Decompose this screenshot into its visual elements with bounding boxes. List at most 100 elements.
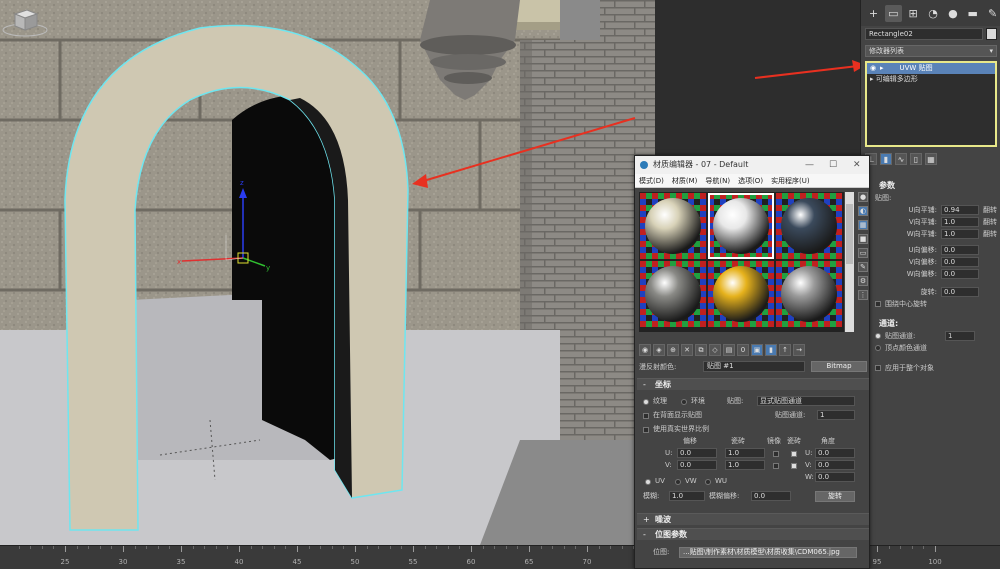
material-slot[interactable]: [640, 261, 706, 327]
u-mirror-checkbox[interactable]: [773, 451, 779, 457]
u-tile-checkbox[interactable]: [791, 451, 797, 457]
bitmap-rollout-header[interactable]: - 位图参数: [637, 528, 869, 540]
w-flip-checkbox[interactable]: 翻转: [983, 228, 997, 240]
v-angle-input[interactable]: 0.0: [815, 460, 855, 470]
modify-tab-icon[interactable]: ▭: [884, 4, 902, 22]
go-to-parent-icon[interactable]: ↑: [779, 344, 791, 356]
slot-scrollbar[interactable]: [845, 192, 854, 332]
u-tiling-input[interactable]: 1.0: [725, 448, 765, 458]
v-offset-input[interactable]: 0.0: [941, 257, 979, 267]
reset-map-icon[interactable]: ✕: [681, 344, 693, 356]
material-slot[interactable]: [776, 193, 842, 259]
go-forward-icon[interactable]: →: [793, 344, 805, 356]
menu-mode[interactable]: 模式(D): [639, 174, 664, 187]
map-channel-input[interactable]: 1: [945, 331, 975, 341]
scroll-thumb[interactable]: [846, 204, 853, 264]
show-end-result-icon[interactable]: ▮: [880, 153, 892, 165]
material-slot[interactable]: [708, 261, 774, 327]
sample-type-icon[interactable]: ●: [858, 192, 868, 202]
coordinates-rollout-header[interactable]: - 坐标: [637, 378, 869, 390]
checkbox-icon[interactable]: [643, 427, 649, 433]
v-tile-input[interactable]: 1.0: [941, 217, 979, 227]
v-mirror-checkbox[interactable]: [773, 463, 779, 469]
blur-input[interactable]: 1.0: [669, 491, 705, 501]
map-name-field[interactable]: 贴图 #1: [703, 361, 805, 372]
motion-tab-icon[interactable]: ◔: [925, 5, 942, 22]
menu-utilities[interactable]: 实用程序(U): [771, 174, 810, 187]
stack-item-uvw-map[interactable]: ◉ ▸ UVW 贴图: [867, 63, 995, 74]
menu-options[interactable]: 选项(O): [738, 174, 763, 187]
assign-material-icon[interactable]: ⊕: [667, 344, 679, 356]
menu-navigation[interactable]: 导航(N): [705, 174, 730, 187]
make-unique-icon[interactable]: ◇: [709, 344, 721, 356]
display-tab-icon[interactable]: ●: [944, 5, 961, 22]
modifier-list-dropdown[interactable]: 修改器列表 ▾: [865, 45, 997, 57]
show-end-result-icon[interactable]: ▮: [765, 344, 777, 356]
bitmap-path-button[interactable]: ...贴图\制作素材\材质模型\材质收集\CDM065.jpg: [679, 547, 857, 558]
rotate-center-checkbox[interactable]: 围绕中心旋转: [861, 298, 1000, 310]
channel-input[interactable]: 1: [817, 410, 855, 420]
remove-modifier-icon[interactable]: ▯: [910, 153, 922, 165]
u-flip-checkbox[interactable]: 翻转: [983, 204, 997, 216]
v-tile-checkbox[interactable]: [791, 463, 797, 469]
uv-tiling-icon[interactable]: ■: [858, 234, 868, 244]
eye-icon[interactable]: ◉: [870, 63, 880, 74]
w-offset-input[interactable]: 0.0: [941, 269, 979, 279]
radio-icon[interactable]: [643, 399, 649, 405]
get-material-icon[interactable]: ◉: [639, 344, 651, 356]
object-name-field[interactable]: Rectangle02: [865, 28, 983, 40]
apply-all-checkbox[interactable]: 应用于整个对象: [861, 362, 1000, 374]
material-id-icon[interactable]: 0: [737, 344, 749, 356]
map-channel-radio[interactable]: 贴图通道: 1: [861, 330, 1000, 342]
expand-icon[interactable]: ▸: [880, 64, 884, 72]
checkbox-icon[interactable]: [875, 301, 881, 307]
material-slot[interactable]: [708, 193, 774, 259]
v-offset-input[interactable]: 0.0: [677, 460, 717, 470]
vertex-color-radio[interactable]: 顶点颜色通道: [861, 342, 1000, 354]
u-offset-input[interactable]: 0.0: [941, 245, 979, 255]
video-check-icon[interactable]: ▭: [858, 248, 868, 258]
u-angle-input[interactable]: 0.0: [815, 448, 855, 458]
create-tab-icon[interactable]: +: [865, 5, 882, 22]
rotate-button[interactable]: 旋转: [815, 491, 855, 502]
expand-icon[interactable]: ▸: [870, 75, 874, 83]
radio-icon[interactable]: [705, 479, 711, 485]
wrench-icon[interactable]: ✎: [984, 5, 1000, 22]
maximize-icon[interactable]: ☐: [829, 156, 837, 174]
object-color-swatch[interactable]: [986, 28, 997, 40]
radio-icon[interactable]: [681, 399, 687, 405]
radio-icon[interactable]: [675, 479, 681, 485]
rotation-input[interactable]: 0.0: [941, 287, 979, 297]
material-slot[interactable]: [776, 261, 842, 327]
options-icon[interactable]: ⚙: [858, 276, 868, 286]
v-tiling-input[interactable]: 1.0: [725, 460, 765, 470]
show-in-viewport-icon[interactable]: ▣: [751, 344, 763, 356]
noise-rollout-header[interactable]: + 噪波: [637, 513, 869, 525]
background-icon[interactable]: ▦: [858, 220, 868, 230]
copy-material-icon[interactable]: ⧉: [695, 344, 707, 356]
radio-icon[interactable]: [645, 479, 651, 485]
make-unique-icon[interactable]: ∿: [895, 153, 907, 165]
u-tile-input[interactable]: 0.94: [941, 205, 979, 215]
material-editor-titlebar[interactable]: 材质编辑器 - 07 - Default — ☐ ✕: [635, 156, 869, 174]
backlight-icon[interactable]: ◐: [858, 206, 868, 216]
select-by-material-icon[interactable]: ⋮: [858, 290, 868, 300]
mapping-dropdown[interactable]: 显式贴图通道: [757, 396, 855, 406]
minimize-icon[interactable]: —: [805, 156, 814, 174]
menu-material[interactable]: 材质(M): [672, 174, 698, 187]
blur-offset-input[interactable]: 0.0: [751, 491, 791, 501]
radio-icon[interactable]: [875, 345, 881, 351]
radio-icon[interactable]: [875, 333, 881, 339]
viewcube-icon[interactable]: [0, 0, 50, 40]
material-slot[interactable]: [640, 193, 706, 259]
close-icon[interactable]: ✕: [853, 156, 861, 174]
checkbox-icon[interactable]: [875, 365, 881, 371]
utilities-tab-icon[interactable]: ▬: [964, 5, 981, 22]
u-offset-input[interactable]: 0.0: [677, 448, 717, 458]
stack-item-editable-poly[interactable]: ▸ 可编辑多边形: [867, 74, 995, 85]
put-to-library-icon[interactable]: ▤: [723, 344, 735, 356]
put-to-scene-icon[interactable]: ◈: [653, 344, 665, 356]
hierarchy-tab-icon[interactable]: ⊞: [905, 5, 922, 22]
make-preview-icon[interactable]: ✎: [858, 262, 868, 272]
checkbox-icon[interactable]: [643, 413, 649, 419]
